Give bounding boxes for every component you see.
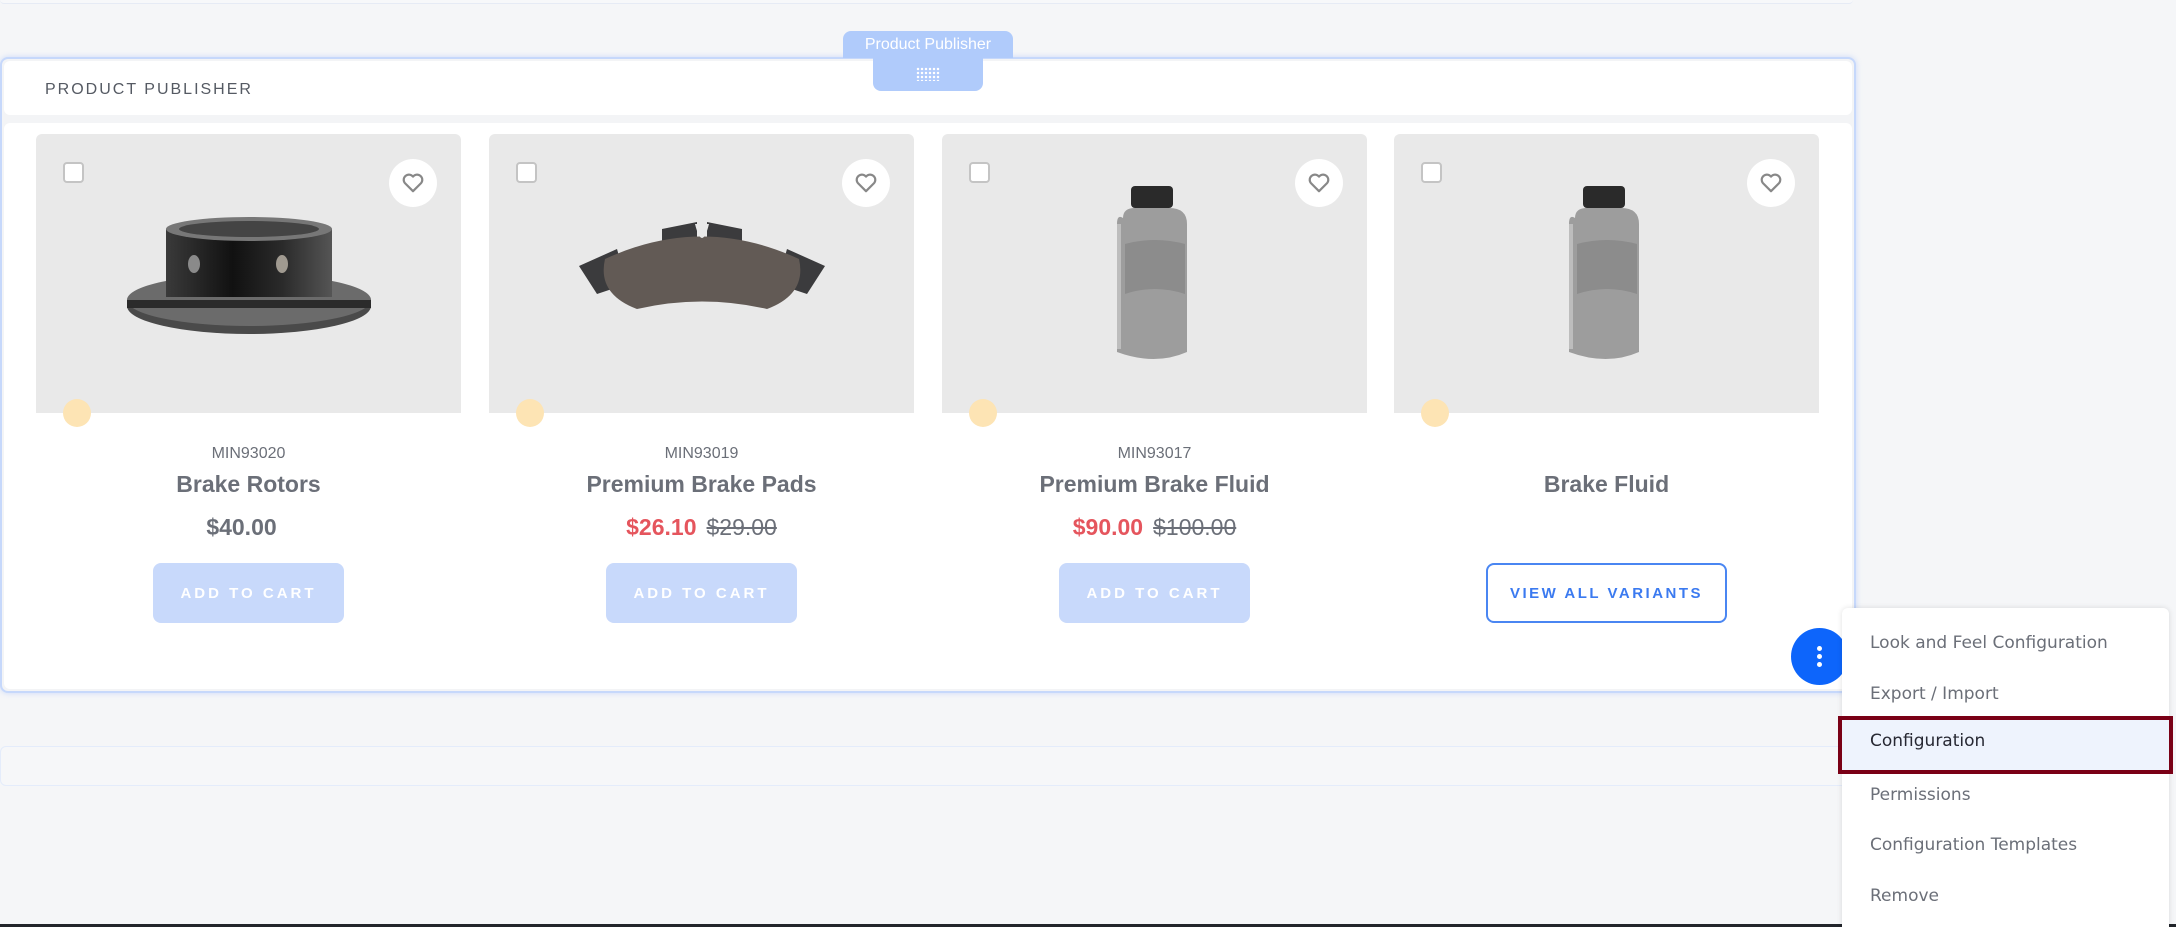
menu-item-export-import[interactable]: Export / Import (1842, 669, 2169, 719)
view-all-variants-button[interactable]: VIEW ALL VARIANTS (1486, 563, 1727, 623)
menu-item-remove[interactable]: Remove (1842, 871, 2169, 921)
price-original: $100.00 (1153, 514, 1237, 540)
add-to-cart-button[interactable]: ADD TO CART (606, 563, 797, 623)
compare-checkbox[interactable] (63, 162, 84, 183)
add-to-cart-button[interactable]: ADD TO CART (153, 563, 344, 623)
wishlist-button[interactable] (1747, 159, 1795, 207)
status-badge-dot (63, 399, 91, 427)
previous-fragment-edge (0, 0, 1853, 4)
fragment-options-menu: Look and Feel Configuration Export / Imp… (1838, 608, 2173, 927)
price-sale: $90.00 (1072, 514, 1144, 540)
product-card: Brake Fluid VIEW ALL VARIANTS (1394, 134, 1819, 634)
compare-checkbox[interactable] (969, 162, 990, 183)
product-price: $90.00 $100.00 (942, 514, 1367, 541)
menu-item-configuration[interactable]: Configuration (1838, 716, 2173, 774)
status-badge-dot (516, 399, 544, 427)
menu-item-configuration-templates[interactable]: Configuration Templates (1842, 820, 2169, 870)
brake-pad-image (578, 221, 825, 309)
fragment-title: PRODUCT PUBLISHER (45, 81, 253, 98)
product-name[interactable]: Brake Fluid (1394, 471, 1819, 498)
fluid-bottle-image (1568, 185, 1639, 359)
next-fragment-placeholder (0, 746, 1853, 786)
price-regular: $40.00 (206, 514, 277, 540)
compare-checkbox[interactable] (516, 162, 537, 183)
wishlist-button[interactable] (1295, 159, 1343, 207)
price-original: $29.00 (706, 514, 777, 540)
menu-item-look-and-feel[interactable]: Look and Feel Configuration (1842, 618, 2169, 668)
heart-icon (402, 173, 424, 193)
price-sale: $26.10 (626, 514, 697, 540)
product-price: $40.00 (36, 514, 461, 541)
product-name[interactable]: Brake Rotors (36, 471, 461, 498)
product-name[interactable]: Premium Brake Pads (489, 471, 914, 498)
product-sku: MIN93017 (1117, 445, 1192, 462)
status-badge-dot (969, 399, 997, 427)
product-name[interactable]: Premium Brake Fluid (942, 471, 1367, 498)
product-card: MIN93019 Premium Brake Pads $26.10 $29.00… (489, 134, 914, 634)
heart-icon (1760, 173, 1782, 193)
menu-item-permissions[interactable]: Permissions (1842, 770, 2169, 820)
wishlist-button[interactable] (389, 159, 437, 207)
product-card: MIN93017 Premium Brake Fluid $90.00 $100.… (942, 134, 1367, 634)
heart-icon (855, 173, 877, 193)
vertical-ellipsis-icon (1817, 646, 1822, 667)
compare-checkbox[interactable] (1421, 162, 1442, 183)
wishlist-button[interactable] (842, 159, 890, 207)
product-price: $26.10 $29.00 (489, 514, 914, 541)
fluid-bottle-image (1116, 185, 1187, 359)
fragment-options-button[interactable] (1791, 628, 1848, 685)
heart-icon (1308, 173, 1330, 193)
add-to-cart-button[interactable]: ADD TO CART (1059, 563, 1250, 623)
fragment-drag-handle[interactable] (873, 57, 983, 91)
status-badge-dot (1421, 399, 1449, 427)
product-sku: MIN93020 (211, 445, 286, 462)
brake-rotor-image (126, 216, 371, 334)
product-card: MIN93020 Brake Rotors $40.00 ADD TO CART (36, 134, 461, 634)
fragment-tag-label: Product Publisher (843, 31, 1013, 58)
product-sku: MIN93019 (664, 445, 739, 462)
drag-grid-icon (916, 67, 940, 81)
